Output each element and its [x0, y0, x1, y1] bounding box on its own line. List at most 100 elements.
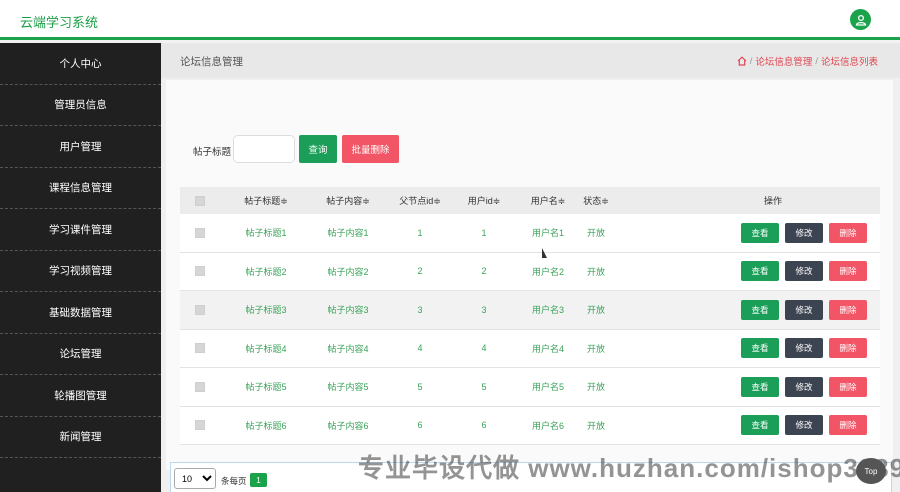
row-select-cell	[180, 304, 220, 315]
row-select-cell	[180, 381, 220, 392]
cell-actions: 查看 修改 删除	[616, 338, 880, 359]
cell-status: 开放	[586, 420, 605, 431]
cell-parent-id: 4	[417, 343, 423, 354]
view-button[interactable]: 查看	[741, 338, 779, 359]
back-to-top-button[interactable]: Top	[856, 458, 886, 484]
cell-actions: 查看 修改 删除	[616, 376, 880, 397]
edit-button[interactable]: 修改	[785, 415, 823, 436]
column-header-post-title[interactable]: 帖子标题≑	[230, 194, 302, 207]
edit-button[interactable]: 修改	[785, 261, 823, 282]
column-header-post-content[interactable]: 帖子内容≑	[312, 194, 384, 207]
cell-post-title: 帖子标题5	[245, 382, 287, 393]
cell-post-title: 帖子标题2	[245, 266, 287, 277]
sidebar-item-user-management[interactable]: 用户管理	[0, 126, 161, 168]
cell-user-id: 2	[481, 266, 487, 277]
row-checkbox[interactable]	[195, 227, 205, 238]
cell-username: 用户名4	[531, 343, 564, 354]
row-select-cell	[180, 343, 220, 354]
user-icon[interactable]	[850, 9, 871, 30]
breadcrumb-separator: /	[749, 55, 753, 67]
search-label: 帖子标题	[193, 147, 232, 158]
cell-post-content: 帖子内容3	[327, 305, 369, 316]
cell-username: 用户名6	[531, 420, 564, 431]
delete-button[interactable]: 删除	[829, 222, 867, 243]
cell-user-id: 5	[481, 381, 487, 392]
row-checkbox[interactable]	[195, 266, 205, 277]
sidebar: 个人中心 管理员信息 用户管理 课程信息管理 学习课件管理 学习视频管理 基础数…	[0, 43, 161, 492]
cell-user-id: 3	[481, 304, 487, 315]
view-button[interactable]: 查看	[741, 376, 779, 397]
top-bar: 云端学习系统	[0, 0, 900, 40]
delete-button[interactable]: 删除	[829, 415, 867, 436]
view-button[interactable]: 查看	[741, 415, 779, 436]
cell-post-content: 帖子内容1	[327, 228, 369, 239]
cell-parent-id: 6	[417, 420, 423, 431]
delete-button[interactable]: 删除	[829, 338, 867, 359]
sidebar-item-carousel-management[interactable]: 轮播图管理	[0, 375, 161, 417]
page-size-select[interactable]: 10	[174, 468, 216, 489]
column-header-actions: 操作	[616, 194, 880, 207]
main-area: 论坛信息管理 / 论坛信息管理 / 论坛信息列表 帖子标题 查询 批量删除 帖子…	[161, 43, 900, 492]
row-checkbox[interactable]	[195, 420, 205, 431]
cell-actions: 查看 修改 删除	[616, 415, 880, 436]
cell-post-title: 帖子标题6	[245, 420, 287, 431]
watermark: 专业毕设代做 www.huzhan.com/ishop39397	[358, 453, 900, 483]
cell-username: 用户名5	[531, 382, 564, 393]
edit-button[interactable]: 修改	[785, 299, 823, 320]
content-panel: 帖子标题 查询 批量删除 帖子标题≑ 帖子内容≑ 父节点id≑ 用户id≑ 用户…	[166, 80, 893, 470]
cell-post-title: 帖子标题3	[245, 305, 287, 316]
delete-button[interactable]: 删除	[829, 261, 867, 282]
cell-user-id: 6	[481, 420, 487, 431]
sidebar-item-video-management[interactable]: 学习视频管理	[0, 251, 161, 292]
cell-actions: 查看 修改 删除	[616, 299, 880, 320]
table-row: 帖子标题2 帖子内容2 2 2 用户名2 开放 查看 修改 删除	[180, 252, 880, 291]
row-checkbox[interactable]	[195, 343, 205, 354]
sidebar-item-personal-center[interactable]: 个人中心	[0, 43, 161, 85]
cell-status: 开放	[586, 266, 605, 277]
table-row: 帖子标题6 帖子内容6 6 6 用户名6 开放 查看 修改 删除	[180, 406, 880, 445]
delete-button[interactable]: 删除	[829, 376, 867, 397]
column-header-status[interactable]: 状态≑	[576, 194, 616, 207]
table-body: 帖子标题1 帖子内容1 1 1 用户名1 开放 查看 修改 删除 帖子标题2 帖子内容2 2 2 用户名2…	[180, 214, 880, 445]
row-checkbox[interactable]	[195, 304, 205, 315]
column-header-username[interactable]: 用户名≑	[520, 194, 576, 207]
breadcrumb-level1[interactable]: 论坛信息管理	[755, 54, 812, 68]
row-checkbox[interactable]	[195, 381, 205, 392]
mouse-cursor-icon	[542, 248, 547, 258]
forum-table: 帖子标题≑ 帖子内容≑ 父节点id≑ 用户id≑ 用户名≑ 状态≑ 操作 帖子标…	[180, 187, 880, 445]
select-all-cell	[180, 195, 220, 206]
sidebar-item-forum-management[interactable]: 论坛管理	[0, 334, 161, 375]
sidebar-item-course-management[interactable]: 课程信息管理	[0, 168, 161, 209]
cell-post-content: 帖子内容2	[327, 266, 369, 277]
select-all-checkbox[interactable]	[195, 195, 205, 206]
edit-button[interactable]: 修改	[785, 338, 823, 359]
breadcrumb-separator: /	[815, 55, 818, 67]
post-title-search-input[interactable]	[233, 135, 295, 163]
edit-button[interactable]: 修改	[785, 222, 823, 243]
home-icon[interactable]	[737, 56, 747, 66]
column-header-parent-id[interactable]: 父节点id≑	[392, 194, 448, 207]
app-title: 云端学习系统	[20, 15, 99, 30]
bulk-delete-button[interactable]: 批量删除	[342, 135, 399, 163]
view-button[interactable]: 查看	[741, 261, 779, 282]
cell-post-content: 帖子内容5	[327, 382, 369, 393]
sidebar-item-courseware-management[interactable]: 学习课件管理	[0, 209, 161, 251]
edit-button[interactable]: 修改	[785, 376, 823, 397]
cell-username: 用户名2	[531, 266, 564, 277]
user-avatar-icon	[855, 14, 866, 26]
table-header: 帖子标题≑ 帖子内容≑ 父节点id≑ 用户id≑ 用户名≑ 状态≑ 操作	[180, 187, 880, 214]
cell-status: 开放	[586, 305, 605, 316]
column-header-user-id[interactable]: 用户id≑	[456, 194, 512, 207]
page-title: 论坛信息管理	[180, 56, 243, 68]
sidebar-item-basic-data-management[interactable]: 基础数据管理	[0, 292, 161, 334]
page-number-current[interactable]: 1	[250, 473, 267, 487]
sidebar-item-admin-info[interactable]: 管理员信息	[0, 85, 161, 126]
sidebar-item-news-management[interactable]: 新闻管理	[0, 417, 161, 458]
delete-button[interactable]: 删除	[829, 299, 867, 320]
table-row: 帖子标题4 帖子内容4 4 4 用户名4 开放 查看 修改 删除	[180, 329, 880, 368]
view-button[interactable]: 查看	[741, 299, 779, 320]
view-button[interactable]: 查看	[741, 222, 779, 243]
cell-username: 用户名3	[531, 305, 564, 316]
search-button[interactable]: 查询	[299, 135, 337, 163]
row-select-cell	[180, 266, 220, 277]
